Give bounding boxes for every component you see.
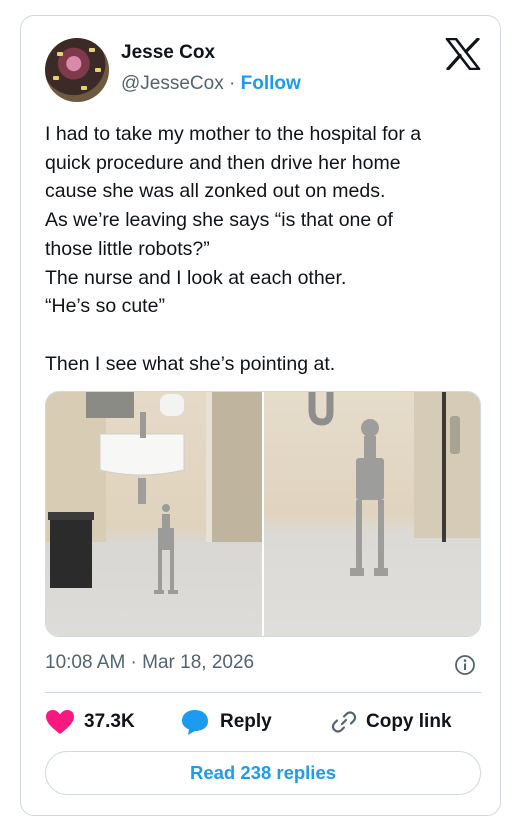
- tweet-line: those little robots?”: [45, 237, 210, 260]
- tweet-line: Then I see what she’s pointing at.: [45, 352, 336, 375]
- divider: [45, 692, 481, 693]
- tweet-media: [45, 391, 481, 637]
- tweet-timestamp[interactable]: 10:08 AM · Mar 18, 2026: [45, 652, 254, 674]
- info-icon[interactable]: [454, 654, 476, 676]
- reply-bubble-icon: [182, 710, 208, 735]
- author-name[interactable]: Jesse Cox: [121, 42, 215, 64]
- follow-button[interactable]: Follow: [241, 73, 301, 94]
- heart-icon: [46, 710, 74, 734]
- reply-button[interactable]: Reply: [179, 708, 272, 736]
- author-handle-row: @JesseCox · Follow: [121, 73, 301, 95]
- x-logo-icon[interactable]: [445, 38, 481, 70]
- copy-link-label: Copy link: [366, 711, 452, 732]
- photo-robot-figure-closeup[interactable]: [264, 392, 480, 636]
- tweet-line-blank: [45, 321, 485, 350]
- tweet-line: I had to take my mother to the hospital …: [45, 123, 422, 145]
- copy-link-button[interactable]: Copy link: [331, 708, 452, 736]
- tweet-line: The nurse and I look at each other.: [45, 266, 347, 289]
- tweet-card: Jesse Cox @JesseCox · Follow I had to ta…: [20, 15, 501, 816]
- like-count: 37.3K: [84, 711, 135, 732]
- read-replies-button[interactable]: Read 238 replies: [45, 751, 481, 795]
- link-icon: [331, 711, 357, 733]
- tweet-line: quick procedure and then drive her home: [45, 151, 401, 174]
- reply-label: Reply: [220, 711, 272, 732]
- author-handle[interactable]: @JesseCox: [121, 73, 224, 94]
- like-button[interactable]: 37.3K: [45, 708, 135, 736]
- separator-dot: ·: [229, 73, 236, 94]
- action-bar: 37.3K Reply Copy link: [45, 708, 481, 736]
- tweet-line: As we’re leaving she says “is that one o…: [45, 209, 393, 232]
- tweet-line: cause she was all zonked out on meds.: [45, 180, 386, 203]
- author-avatar[interactable]: [45, 38, 109, 102]
- tweet-line: “He’s so cute”: [45, 295, 165, 318]
- tweet-text: I had to take my mother to the hospital …: [45, 120, 485, 378]
- photo-sink-and-robot-figure[interactable]: [46, 392, 262, 636]
